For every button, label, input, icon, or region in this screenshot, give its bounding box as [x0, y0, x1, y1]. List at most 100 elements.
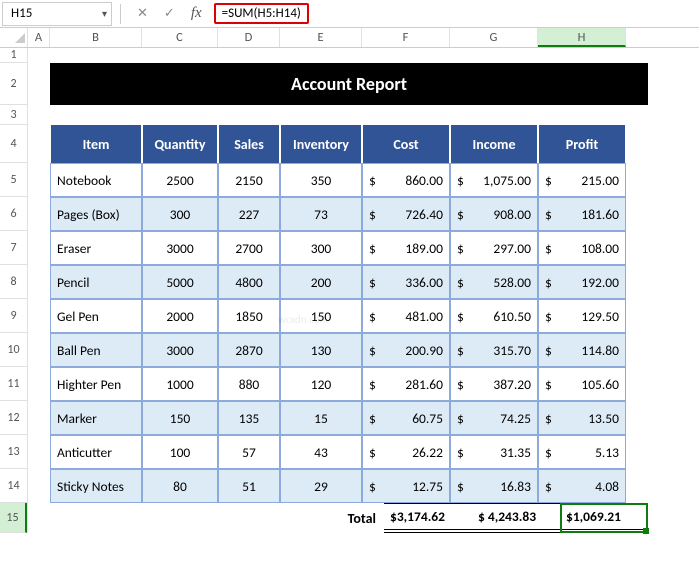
cell-inventory[interactable]: 130: [280, 333, 362, 367]
col-header-C[interactable]: C: [142, 28, 218, 47]
cell-item[interactable]: Gel Pen: [50, 299, 142, 333]
cell-qty[interactable]: 3000: [142, 231, 218, 265]
cell-cost[interactable]: $189.00: [362, 231, 450, 265]
col-header-F[interactable]: F: [362, 28, 450, 47]
cell-cost[interactable]: $281.60: [362, 367, 450, 401]
cell-sales[interactable]: 51: [218, 469, 280, 503]
cell-inventory[interactable]: 73: [280, 197, 362, 231]
cell-sales[interactable]: 57: [218, 435, 280, 469]
row-header-15[interactable]: 15: [0, 503, 27, 533]
cell-inventory[interactable]: 15: [280, 401, 362, 435]
cell-qty[interactable]: 1000: [142, 367, 218, 401]
cell-cost[interactable]: $60.75: [362, 401, 450, 435]
col-header-A[interactable]: A: [28, 28, 50, 47]
cell-profit[interactable]: $181.60: [538, 197, 626, 231]
enter-icon[interactable]: ✓: [164, 6, 175, 21]
cell-inventory[interactable]: 300: [280, 231, 362, 265]
cell-inventory[interactable]: 120: [280, 367, 362, 401]
cell-item[interactable]: Pencil: [50, 265, 142, 299]
row-header-7[interactable]: 7: [0, 231, 27, 265]
row-header-9[interactable]: 9: [0, 299, 27, 333]
row-header-3[interactable]: 3: [0, 105, 27, 125]
row-header-1[interactable]: 1: [0, 48, 27, 63]
cell-profit[interactable]: $4.08: [538, 469, 626, 503]
name-box[interactable]: H15 ▾: [2, 2, 112, 26]
cell-item[interactable]: Pages (Box): [50, 197, 142, 231]
cell-cost[interactable]: $336.00: [362, 265, 450, 299]
cell-inventory[interactable]: 350: [280, 163, 362, 197]
cell-qty[interactable]: 150: [142, 401, 218, 435]
fx-icon[interactable]: fx: [191, 5, 202, 22]
cell-profit[interactable]: $114.80: [538, 333, 626, 367]
cell-qty[interactable]: 2000: [142, 299, 218, 333]
cell-sales[interactable]: 4800: [218, 265, 280, 299]
col-header-H[interactable]: H: [538, 28, 626, 47]
cell-inventory[interactable]: 43: [280, 435, 362, 469]
cell-profit[interactable]: $129.50: [538, 299, 626, 333]
cell-qty[interactable]: 3000: [142, 333, 218, 367]
cell-income[interactable]: $908.00: [450, 197, 538, 231]
cell-cost[interactable]: $726.40: [362, 197, 450, 231]
cell-cost[interactable]: $200.90: [362, 333, 450, 367]
cell-profit[interactable]: $13.50: [538, 401, 626, 435]
cell-item[interactable]: Ball Pen: [50, 333, 142, 367]
cell-profit[interactable]: $105.60: [538, 367, 626, 401]
cell-profit[interactable]: $215.00: [538, 163, 626, 197]
col-header-B[interactable]: B: [50, 28, 142, 47]
cell-income[interactable]: $74.25: [450, 401, 538, 435]
cell-income[interactable]: $387.20: [450, 367, 538, 401]
row-header-12[interactable]: 12: [0, 401, 27, 435]
cell-item[interactable]: Notebook: [50, 163, 142, 197]
col-header-E[interactable]: E: [280, 28, 362, 47]
cell-sales[interactable]: 1850: [218, 299, 280, 333]
cell-sales[interactable]: 2700: [218, 231, 280, 265]
cell-profit[interactable]: $5.13: [538, 435, 626, 469]
row-header-10[interactable]: 10: [0, 333, 27, 367]
row-header-5[interactable]: 5: [0, 163, 27, 197]
cell-income[interactable]: $315.70: [450, 333, 538, 367]
cell-sales[interactable]: 2150: [218, 163, 280, 197]
cell-inventory[interactable]: 29: [280, 469, 362, 503]
cell-inventory[interactable]: 200: [280, 265, 362, 299]
cell-income[interactable]: $297.00: [450, 231, 538, 265]
cell-cost[interactable]: $860.00: [362, 163, 450, 197]
formula-input[interactable]: =SUM(H5:H14): [210, 4, 699, 24]
row-header-11[interactable]: 11: [0, 367, 27, 401]
cell-sales[interactable]: 880: [218, 367, 280, 401]
cell-item[interactable]: Sticky Notes: [50, 469, 142, 503]
cell-profit[interactable]: $108.00: [538, 231, 626, 265]
cell-sales[interactable]: 2870: [218, 333, 280, 367]
cell-qty[interactable]: 5000: [142, 265, 218, 299]
row-header-8[interactable]: 8: [0, 265, 27, 299]
row-header-13[interactable]: 13: [0, 435, 27, 469]
cell-income[interactable]: $31.35: [450, 435, 538, 469]
row-header-4[interactable]: 4: [0, 125, 27, 163]
total-cost[interactable]: $3,174.62: [384, 503, 472, 533]
cell-inventory[interactable]: 150: [280, 299, 362, 333]
row-header-2[interactable]: 2: [0, 63, 27, 105]
cell-sales[interactable]: 227: [218, 197, 280, 231]
cell-item[interactable]: Anticutter: [50, 435, 142, 469]
row-header-14[interactable]: 14: [0, 469, 27, 503]
cell-item[interactable]: Eraser: [50, 231, 142, 265]
cell-income[interactable]: $610.50: [450, 299, 538, 333]
cell-item[interactable]: Marker: [50, 401, 142, 435]
cell-income[interactable]: $528.00: [450, 265, 538, 299]
col-header-D[interactable]: D: [218, 28, 280, 47]
cancel-icon[interactable]: ✕: [137, 6, 148, 21]
cell-cost[interactable]: $481.00: [362, 299, 450, 333]
cell-qty[interactable]: 2500: [142, 163, 218, 197]
cell-profit[interactable]: $192.00: [538, 265, 626, 299]
cell-item[interactable]: Highter Pen: [50, 367, 142, 401]
cell-cost[interactable]: $12.75: [362, 469, 450, 503]
total-income[interactable]: $ 4,243.83: [472, 503, 560, 533]
sheet-area[interactable]: Account Report Item Quantity Sales Inven…: [28, 48, 648, 533]
cell-qty[interactable]: 100: [142, 435, 218, 469]
cell-sales[interactable]: 135: [218, 401, 280, 435]
name-box-dropdown-icon[interactable]: ▾: [102, 7, 107, 20]
cell-income[interactable]: $16.83: [450, 469, 538, 503]
col-header-G[interactable]: G: [450, 28, 538, 47]
cell-qty[interactable]: 300: [142, 197, 218, 231]
total-profit[interactable]: $1,069.21: [560, 503, 648, 533]
select-all-corner[interactable]: [0, 28, 28, 47]
